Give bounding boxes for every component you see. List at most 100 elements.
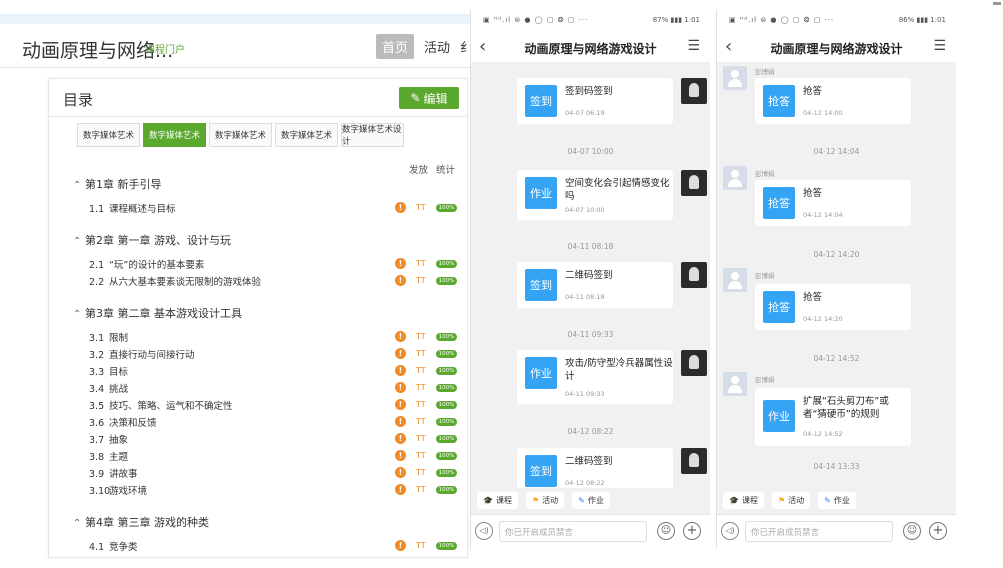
menu-icon[interactable]: ☰ xyxy=(687,38,700,54)
avatar[interactable] xyxy=(723,166,747,190)
release-icon[interactable]: TT xyxy=(416,332,426,341)
avatar[interactable] xyxy=(723,66,747,90)
chat-feed[interactable]: 签到 签到码签到 04-07 06:19 04-07 10:00 作业 空间变化… xyxy=(471,62,710,494)
release-icon[interactable]: TT xyxy=(416,276,426,285)
activity-button[interactable]: ⚑ 活动 xyxy=(525,491,565,509)
activity-card[interactable]: 抢答 抢答 04-12 14:00 xyxy=(755,78,911,124)
avatar[interactable] xyxy=(681,170,707,196)
warning-icon[interactable]: ! xyxy=(395,484,406,495)
section-item[interactable]: 3.1 限制 xyxy=(89,330,128,344)
warning-icon[interactable]: ! xyxy=(395,365,406,376)
release-icon[interactable]: TT xyxy=(416,203,426,212)
release-icon[interactable]: TT xyxy=(416,400,426,409)
release-icon[interactable]: TT xyxy=(416,485,426,494)
tab-media-art[interactable]: 数字媒体艺术 xyxy=(77,123,140,147)
activity-card[interactable]: 作业 攻击/防守型冷兵器属性设计 04-11 09:33 xyxy=(517,350,673,404)
voice-icon[interactable]: ◁) xyxy=(475,522,493,540)
tab-media-art[interactable]: 数字媒体艺术 xyxy=(275,123,338,147)
activity-card[interactable]: 作业 扩展“石头剪刀布”或者“猜硬币”的规则 04-12 14:52 xyxy=(755,388,911,446)
release-icon[interactable]: TT xyxy=(416,366,426,375)
warning-icon[interactable]: ! xyxy=(395,399,406,410)
section-item[interactable]: 3.5 技巧、策略、运气和不确定性 xyxy=(89,398,233,412)
avatar[interactable] xyxy=(681,448,707,474)
timestamp: 04-11 09:33 xyxy=(567,330,614,339)
warning-icon[interactable]: ! xyxy=(395,540,406,551)
tab-media-art[interactable]: 数字媒体艺术 xyxy=(209,123,272,147)
avatar[interactable] xyxy=(723,268,747,292)
edit-button[interactable]: ✎ 编辑 xyxy=(399,87,459,109)
section-item[interactable]: 4.1 竞争类 xyxy=(89,539,138,553)
release-icon[interactable]: TT xyxy=(416,434,426,443)
avatar[interactable] xyxy=(681,78,707,104)
chat-feed[interactable]: 彭博娟 抢答 抢答 04-12 14:00 04-12 14:04 彭博娟 抢答… xyxy=(717,62,956,488)
tab-media-art[interactable]: 数字媒体艺术 xyxy=(143,123,206,147)
warning-icon[interactable]: ! xyxy=(395,275,406,286)
activity-button[interactable]: ⚑ 活动 xyxy=(771,491,811,509)
warning-icon[interactable]: ! xyxy=(395,202,406,213)
warning-icon[interactable]: ! xyxy=(395,433,406,444)
activity-card[interactable]: 作业 空间变化会引起情感变化吗 04-07 10:00 xyxy=(517,170,673,220)
message-input[interactable]: 你已开启成员禁言 xyxy=(745,521,893,542)
nav-home[interactable]: 首页 xyxy=(375,34,414,59)
release-icon[interactable]: TT xyxy=(416,417,426,426)
plus-icon[interactable]: + xyxy=(929,522,947,540)
section-item[interactable]: 2.1 “玩”的设计的基本要素 xyxy=(89,257,204,271)
chevron-up-icon[interactable]: ⌃ xyxy=(73,236,85,247)
voice-icon[interactable]: ◁) xyxy=(721,522,739,540)
chapter-heading[interactable]: ⌃ 第1章 新手引导 xyxy=(73,176,162,192)
activity-badge: 抢答 xyxy=(763,187,795,219)
flag-icon: ⚑ xyxy=(531,495,540,505)
menu-icon[interactable]: ☰ xyxy=(933,38,946,54)
warning-icon[interactable]: ! xyxy=(395,467,406,478)
section-item[interactable]: 3.8 主题 xyxy=(89,449,128,463)
emoji-icon[interactable]: ☺ xyxy=(657,522,675,540)
release-icon[interactable]: TT xyxy=(416,468,426,477)
warning-icon[interactable]: ! xyxy=(395,416,406,427)
homework-button[interactable]: ✎ 作业 xyxy=(572,491,610,509)
toc-title: 目录 xyxy=(63,91,94,109)
warning-icon[interactable]: ! xyxy=(395,348,406,359)
warning-icon[interactable]: ! xyxy=(395,258,406,269)
release-icon[interactable]: TT xyxy=(416,383,426,392)
chapter-heading[interactable]: ⌃ 第4章 第三章 游戏的种类 xyxy=(73,514,209,530)
chevron-up-icon[interactable]: ⌃ xyxy=(73,309,85,320)
section-item[interactable]: 3.9 讲故事 xyxy=(89,466,138,480)
chevron-up-icon[interactable]: ⌃ xyxy=(73,180,85,191)
course-portal-link[interactable]: 课程门户 xyxy=(145,41,185,56)
avatar[interactable] xyxy=(723,372,747,396)
chevron-up-icon[interactable]: ⌃ xyxy=(73,518,85,529)
section-item[interactable]: 2.2 从六大基本要素谈无限制的游戏体验 xyxy=(89,274,261,288)
warning-icon[interactable]: ! xyxy=(395,450,406,461)
nav-activity[interactable]: 活动 xyxy=(424,37,450,56)
chapter-heading[interactable]: ⌃ 第2章 第一章 游戏、设计与玩 xyxy=(73,232,231,248)
activity-card[interactable]: 签到 二维码签到 04-11 08:18 xyxy=(517,262,673,308)
homework-button[interactable]: ✎ 作业 xyxy=(818,491,856,509)
tab-media-art[interactable]: 数字媒体艺术设计 xyxy=(341,123,404,147)
activity-card[interactable]: 签到 签到码签到 04-07 06:19 xyxy=(517,78,673,124)
avatar[interactable] xyxy=(681,350,707,376)
nav-more[interactable]: 纟 xyxy=(460,37,470,56)
course-button[interactable]: 🎓 课程 xyxy=(723,491,764,509)
section-item[interactable]: 1.1 课程概述与目标 xyxy=(89,201,176,215)
message-input[interactable]: 你已开启成员禁言 xyxy=(499,521,647,542)
activity-card[interactable]: 抢答 抢答 04-12 14:04 xyxy=(755,180,911,226)
avatar[interactable] xyxy=(681,262,707,288)
course-button[interactable]: 🎓 课程 xyxy=(477,491,518,509)
progress-badge: 100% xyxy=(435,203,458,212)
release-icon[interactable]: TT xyxy=(416,541,426,550)
section-item[interactable]: 3.7 抽象 xyxy=(89,432,128,446)
section-item[interactable]: 3.4 挑战 xyxy=(89,381,128,395)
plus-icon[interactable]: + xyxy=(683,522,701,540)
section-item[interactable]: 3.10游戏环境 xyxy=(89,483,147,497)
emoji-icon[interactable]: ☺ xyxy=(903,522,921,540)
section-item[interactable]: 3.2 直接行动与间接行动 xyxy=(89,347,195,361)
section-item[interactable]: 3.6 决策和反馈 xyxy=(89,415,157,429)
release-icon[interactable]: TT xyxy=(416,451,426,460)
activity-card[interactable]: 抢答 抢答 04-12 14:20 xyxy=(755,284,911,330)
chapter-heading[interactable]: ⌃ 第3章 第二章 基本游戏设计工具 xyxy=(73,305,242,321)
warning-icon[interactable]: ! xyxy=(395,382,406,393)
release-icon[interactable]: TT xyxy=(416,259,426,268)
warning-icon[interactable]: ! xyxy=(395,331,406,342)
section-item[interactable]: 3.3 目标 xyxy=(89,364,128,378)
release-icon[interactable]: TT xyxy=(416,349,426,358)
